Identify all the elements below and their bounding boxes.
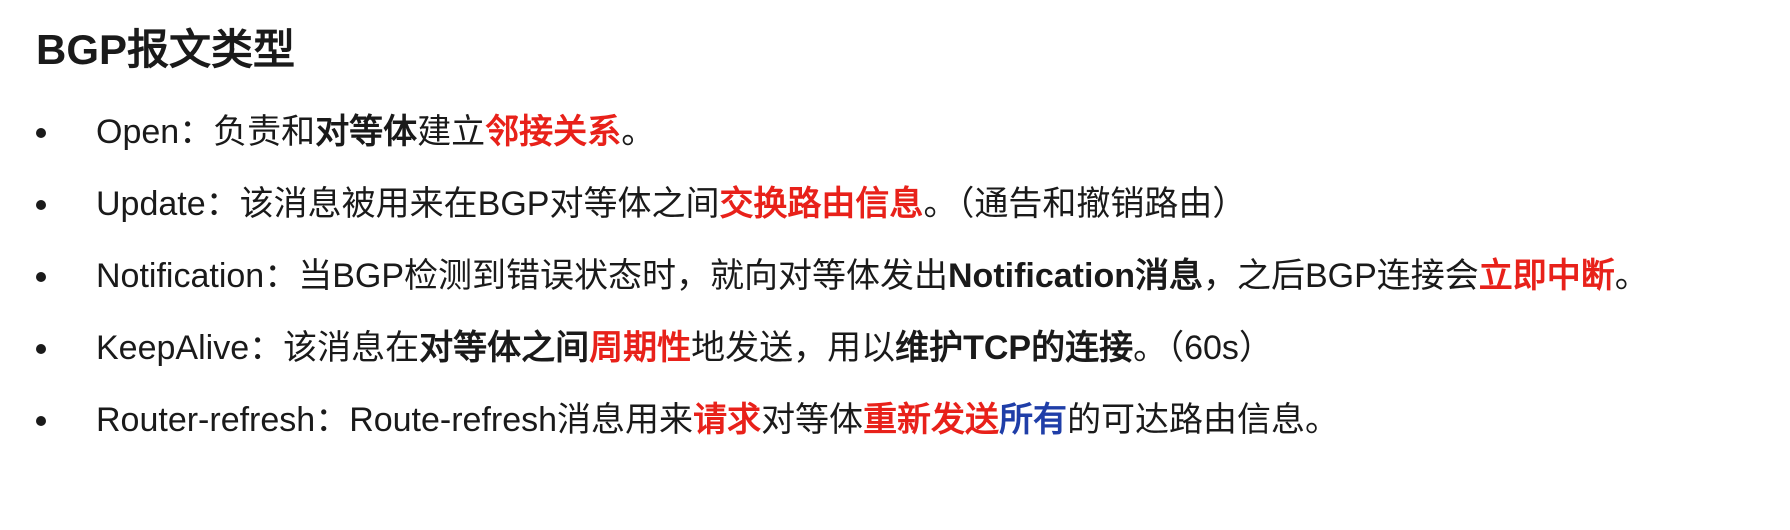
- bullet-dot-icon: [36, 272, 46, 282]
- text-segment: 建立: [417, 113, 486, 151]
- bullet-dot-icon: [36, 416, 46, 426]
- bold-text-segment: 维护TCP的连接: [895, 329, 1134, 367]
- list-item-text: KeepAlive：该消息在对等体之间周期性地发送，用以维护TCP的连接。（60…: [96, 329, 1273, 367]
- text-segment: Router-refresh：Route-refresh消息用来: [96, 401, 694, 439]
- red-highlight-segment: 重新发送: [863, 401, 1000, 439]
- text-segment: 。（60s）: [1133, 329, 1273, 367]
- bold-text-segment: 对等体之间: [419, 329, 590, 367]
- document-page: BGP报文类型 Open：负责和对等体建立邻接关系。 Update：该消息被用来…: [0, 0, 1790, 530]
- text-segment: 对等体: [761, 401, 864, 439]
- list-item-notification: Notification：当BGP检测到错误状态时，就向对等体发出Notific…: [36, 240, 1790, 312]
- text-segment: 地发送，用以: [691, 329, 896, 367]
- list-item-open: Open：负责和对等体建立邻接关系。: [36, 96, 1790, 168]
- red-highlight-segment: 周期性: [589, 329, 692, 367]
- text-segment: 。: [1614, 257, 1649, 295]
- message-type-list: Open：负责和对等体建立邻接关系。 Update：该消息被用来在BGP对等体之…: [36, 96, 1790, 456]
- text-segment: Update：该消息被用来在BGP对等体之间: [96, 185, 720, 223]
- list-item-text: Update：该消息被用来在BGP对等体之间交换路由信息。（通告和撤销路由）: [96, 185, 1246, 223]
- bold-text-segment: Notification消息: [948, 257, 1203, 295]
- text-segment: 。: [621, 113, 656, 151]
- text-segment: ，之后BGP连接会: [1202, 257, 1479, 295]
- list-item-router-refresh: Router-refresh：Route-refresh消息用来请求对等体重新发…: [36, 384, 1790, 456]
- page-title: BGP报文类型: [36, 26, 296, 73]
- bold-text-segment: 对等体: [315, 113, 418, 151]
- bullet-dot-icon: [36, 200, 46, 210]
- red-highlight-segment: 立即中断: [1478, 257, 1615, 295]
- blue-highlight-segment: 所有: [999, 401, 1068, 439]
- red-highlight-segment: 邻接关系: [485, 113, 622, 151]
- text-segment: Open：负责和: [96, 113, 316, 151]
- list-item-text: Open：负责和对等体建立邻接关系。: [96, 113, 655, 151]
- text-segment: Notification：当BGP检测到错误状态时，就向对等体发出: [96, 257, 948, 295]
- bullet-dot-icon: [36, 128, 46, 138]
- list-item-text: Notification：当BGP检测到错误状态时，就向对等体发出Notific…: [96, 257, 1649, 295]
- text-segment: 的可达路由信息。: [1067, 401, 1340, 439]
- text-segment: 。（通告和撤销路由）: [923, 185, 1247, 223]
- bullet-dot-icon: [36, 344, 46, 354]
- text-segment: KeepAlive：该消息在: [96, 329, 420, 367]
- list-item-keepalive: KeepAlive：该消息在对等体之间周期性地发送，用以维护TCP的连接。（60…: [36, 312, 1790, 384]
- red-highlight-segment: 请求: [693, 401, 762, 439]
- red-highlight-segment: 交换路由信息: [719, 185, 924, 223]
- list-item-text: Router-refresh：Route-refresh消息用来请求对等体重新发…: [96, 401, 1339, 439]
- list-item-update: Update：该消息被用来在BGP对等体之间交换路由信息。（通告和撤销路由）: [36, 168, 1790, 240]
